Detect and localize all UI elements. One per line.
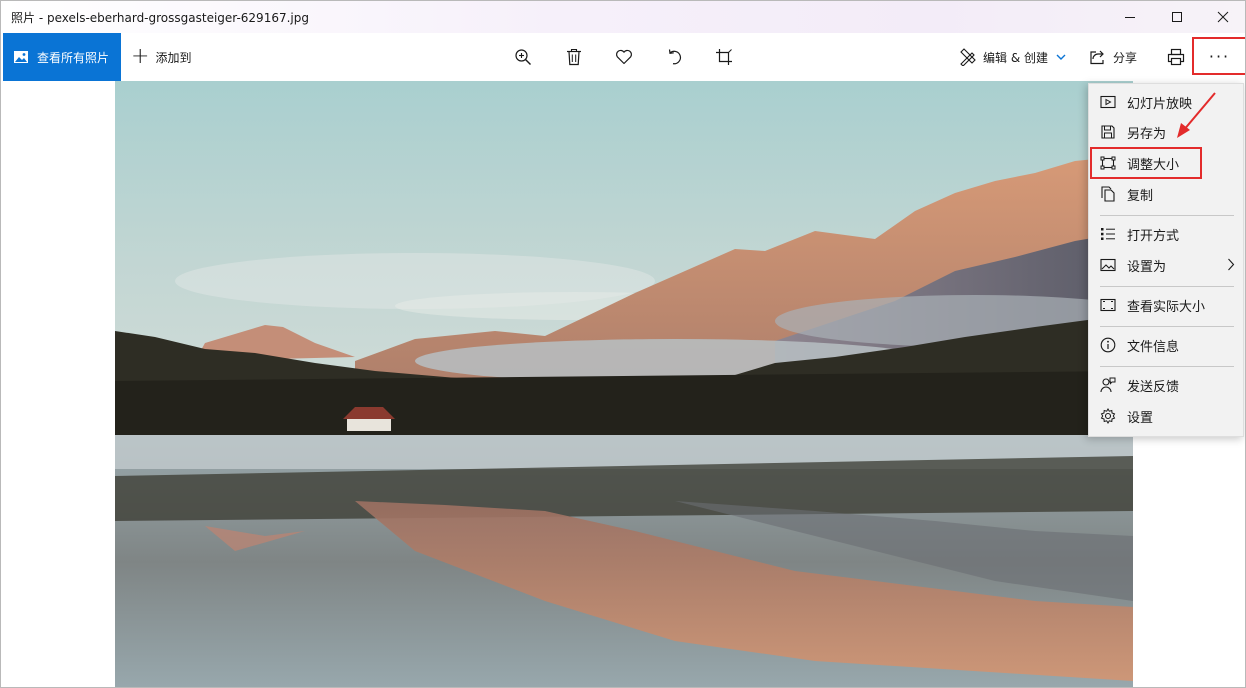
menu-item-open-with[interactable]: 打开方式 [1089, 220, 1245, 248]
actual-size-icon [1100, 297, 1116, 313]
slideshow-icon [1100, 94, 1116, 110]
more-options-button[interactable]: ··· [1192, 37, 1245, 75]
edit-tools-icon [960, 48, 976, 66]
menu-item-label: 设置 [1127, 410, 1154, 426]
share-icon [1090, 50, 1104, 65]
favorite-button[interactable] [612, 45, 636, 69]
menu-item-label: 另存为 [1127, 126, 1167, 142]
close-button[interactable] [1200, 1, 1245, 33]
menu-item-label: 复制 [1127, 188, 1154, 204]
title-bar: 照片 - pexels-eberhard-grossgasteiger-6291… [1, 1, 1245, 33]
chevron-right-icon [1228, 258, 1235, 271]
menu-item-label: 发送反馈 [1127, 379, 1180, 395]
rotate-button[interactable] [663, 45, 687, 69]
photos-app-window: 照片 - pexels-eberhard-grossgasteiger-6291… [0, 0, 1246, 688]
minimize-icon [1125, 17, 1135, 18]
window-title: 照片 - pexels-eberhard-grossgasteiger-6291… [11, 11, 309, 25]
menu-item-send-feedback[interactable]: 发送反馈 [1089, 371, 1245, 399]
info-icon [1100, 337, 1116, 353]
trash-icon [567, 48, 581, 66]
maximize-icon [1172, 12, 1182, 22]
crop-icon [716, 49, 732, 65]
menu-item-set-as[interactable]: 设置为 [1089, 251, 1245, 279]
save-icon [1100, 124, 1116, 140]
view-all-photos-button[interactable]: 查看所有照片 [3, 33, 121, 81]
menu-separator [1100, 286, 1234, 287]
menu-item-label: 打开方式 [1127, 228, 1180, 244]
edit-create-button[interactable]: 编辑 & 创建 [959, 33, 1066, 81]
menu-separator [1100, 326, 1234, 327]
view-all-photos-label: 查看所有照片 [37, 50, 110, 65]
menu-item-settings[interactable]: 设置 [1089, 402, 1245, 430]
open-with-icon [1100, 226, 1116, 242]
delete-button[interactable] [562, 45, 586, 69]
menu-separator [1100, 366, 1234, 367]
photo-canvas[interactable] [115, 81, 1133, 687]
menu-separator [1100, 215, 1234, 216]
menu-item-slideshow[interactable]: 幻灯片放映 [1089, 88, 1245, 116]
zoom-in-icon [515, 49, 531, 65]
plus-icon: + [131, 44, 150, 69]
resize-highlight-box [1090, 147, 1202, 179]
feedback-icon [1100, 377, 1116, 393]
settings-icon [1100, 408, 1116, 424]
maximize-button[interactable] [1154, 1, 1200, 33]
more-options-label: ··· [1208, 46, 1231, 66]
print-button[interactable] [1164, 45, 1188, 69]
close-icon [1217, 11, 1229, 23]
copy-icon [1100, 186, 1116, 202]
chevron-down-icon [1056, 54, 1066, 60]
photo-gallery-icon [14, 51, 28, 63]
share-button[interactable]: 分享 [1089, 33, 1137, 81]
printer-icon [1167, 48, 1185, 66]
landscape-photo [115, 81, 1133, 687]
crop-button[interactable] [712, 45, 736, 69]
menu-item-save-as[interactable]: 另存为 [1089, 118, 1245, 146]
menu-item-file-info[interactable]: 文件信息 [1089, 331, 1245, 359]
menu-item-copy[interactable]: 复制 [1089, 180, 1245, 208]
share-label: 分享 [1113, 50, 1138, 65]
add-to-button[interactable]: + 添加到 [131, 33, 191, 81]
zoom-button[interactable] [511, 45, 535, 69]
menu-item-label: 查看实际大小 [1127, 299, 1206, 315]
minimize-button[interactable] [1107, 1, 1153, 33]
set-as-icon [1100, 257, 1116, 273]
annotation-arrow-icon [1177, 92, 1216, 138]
menu-item-label: 设置为 [1127, 259, 1167, 275]
edit-create-label: 编辑 & 创建 [983, 50, 1048, 65]
menu-item-actual-size[interactable]: 查看实际大小 [1089, 291, 1245, 319]
menu-item-label: 文件信息 [1127, 339, 1180, 355]
add-to-label: 添加到 [155, 50, 192, 65]
heart-icon [616, 49, 632, 65]
toolbar: 查看所有照片 + 添加到 编辑 & 创建 分享 [1, 33, 1245, 81]
rotate-icon [668, 49, 681, 65]
